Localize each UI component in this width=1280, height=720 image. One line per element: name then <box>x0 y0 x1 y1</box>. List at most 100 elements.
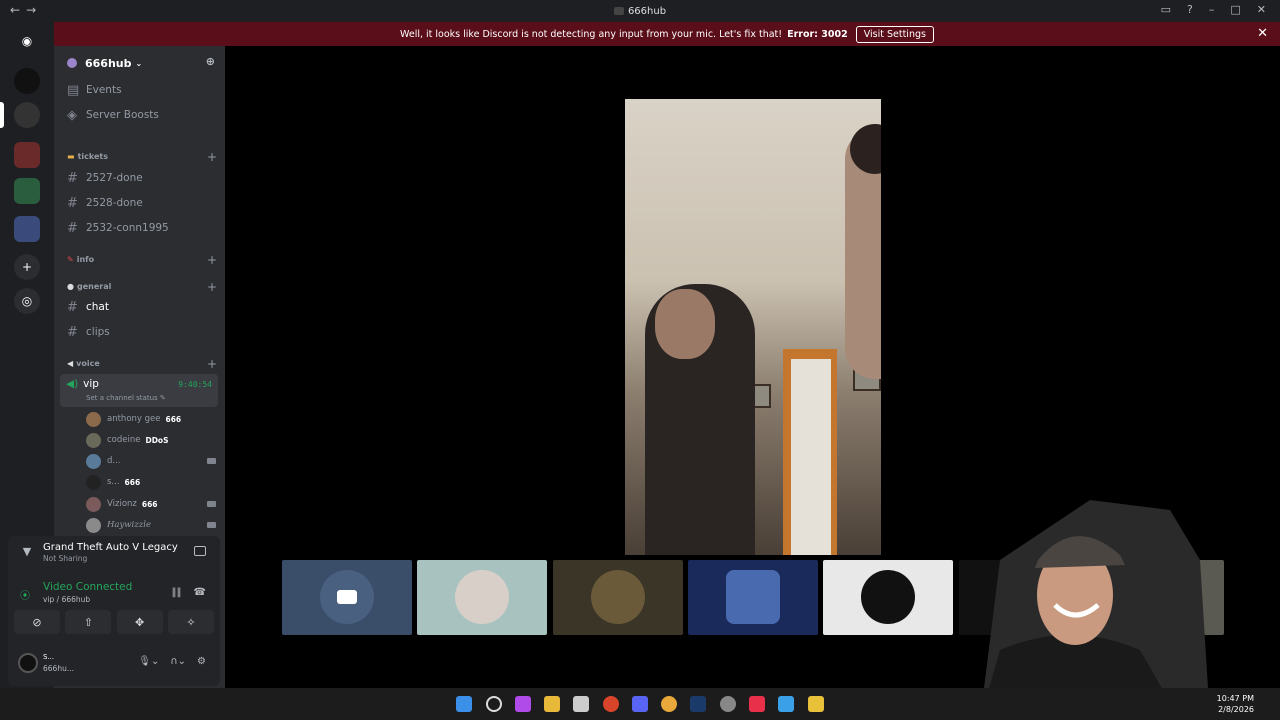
discover-icon[interactable]: ◎ <box>14 288 40 314</box>
maximize-button[interactable]: □ <box>1230 3 1240 16</box>
microphone-icon[interactable]: 🎙︎⌄ <box>138 656 159 667</box>
focused-video-stream[interactable] <box>625 99 881 555</box>
category-info[interactable]: ✎ info + <box>67 253 217 267</box>
participant-video-tile[interactable] <box>688 560 818 635</box>
camera-off-button[interactable]: ⊘ <box>14 610 60 634</box>
signal-icon[interactable]: ⦿ <box>20 587 30 602</box>
headphones-icon[interactable]: ∩⌄ <box>170 656 186 667</box>
server-icon[interactable] <box>14 68 40 94</box>
os-taskbar: 10:47 PM 2/8/2026 <box>0 688 1280 720</box>
app-icon[interactable] <box>661 696 677 712</box>
inbox-icon[interactable]: ▭ <box>1161 3 1171 16</box>
camera-icon <box>207 522 216 528</box>
category-tickets[interactable]: ▬ tickets + <box>67 150 217 164</box>
help-icon[interactable]: ? <box>1187 3 1193 16</box>
server-icon-666hub[interactable] <box>14 102 40 128</box>
user-area[interactable]: S... 666hu... 🎙︎⌄ ∩⌄ ⚙ <box>8 648 220 680</box>
window-title: 666hub <box>0 6 1280 17</box>
close-window-button[interactable]: ✕ <box>1257 3 1266 16</box>
start-icon[interactable] <box>456 696 472 712</box>
channel-clips[interactable]: # clips <box>62 321 220 343</box>
game-sharing-status: Not Sharing <box>43 554 88 563</box>
add-channel-icon[interactable]: + <box>207 280 217 294</box>
search-icon[interactable] <box>486 696 502 712</box>
voice-member[interactable]: codeine DDoS <box>86 431 218 449</box>
voice-member[interactable]: Haywizzle <box>86 516 218 534</box>
server-header[interactable]: 666hub ⌄ ⊕ <box>54 46 225 80</box>
sidebar-item-boosts[interactable]: ◈ Server Boosts <box>62 104 220 126</box>
avatar[interactable] <box>18 653 38 673</box>
title-bar: ←→ 666hub ▭ ? – □ ✕ <box>0 0 1280 22</box>
server-badge-icon <box>67 58 77 68</box>
participant-tile[interactable] <box>282 560 412 635</box>
voice-channel-vip[interactable]: ◀) vip 9:40:54 Set a channel status ✎ <box>60 374 218 407</box>
server-folder[interactable] <box>14 178 40 204</box>
channel-2532[interactable]: #2532-conn1995 <box>62 217 220 239</box>
video-content <box>726 570 780 624</box>
active-server-indicator <box>0 102 4 128</box>
avatar <box>861 570 915 624</box>
close-banner-icon[interactable]: ✕ <box>1257 26 1268 41</box>
steam-icon[interactable] <box>690 696 706 712</box>
channel-chat[interactable]: # chat <box>62 296 220 318</box>
minimize-button[interactable]: – <box>1209 3 1215 16</box>
discord-home-icon[interactable]: ◉ <box>14 28 40 54</box>
voice-connection: ⦿ Video Connected vip / 666hub ‖‖ ☎ <box>8 578 220 608</box>
video-content <box>791 359 831 555</box>
avatar <box>86 411 101 427</box>
participant-tile[interactable] <box>553 560 683 635</box>
participant-tile[interactable] <box>417 560 547 635</box>
voice-member[interactable]: anthony gee 666 <box>86 410 218 428</box>
soundboard-button[interactable]: ✧ <box>167 610 214 634</box>
app-icon[interactable] <box>808 696 824 712</box>
connection-status: Video Connected <box>43 581 133 593</box>
webcam-overlay <box>980 500 1210 720</box>
avatar <box>86 453 101 469</box>
avatar <box>455 570 509 624</box>
game-logo-icon: ▼ <box>22 545 32 558</box>
voice-member[interactable]: d... <box>86 452 218 470</box>
add-channel-icon[interactable]: + <box>207 253 217 267</box>
gear-icon[interactable]: ⚙ <box>197 656 206 667</box>
chrome-icon[interactable] <box>603 696 619 712</box>
camera-icon <box>337 590 357 604</box>
visit-settings-button[interactable]: Visit Settings <box>855 25 934 43</box>
user-status: 666hu... <box>43 664 74 673</box>
file-explorer-icon[interactable] <box>544 696 560 712</box>
connection-channel[interactable]: vip / 666hub <box>43 595 90 604</box>
invite-icon[interactable]: ⊕ <box>206 55 215 68</box>
activity-card: ▼ Grand Theft Auto V Legacy Not Sharing <box>8 536 220 572</box>
share-screen-icon[interactable] <box>194 546 206 556</box>
channel-2527[interactable]: #2527-done <box>62 167 220 189</box>
voice-timer: 9:40:54 <box>178 380 212 389</box>
category-voice[interactable]: ◀ voice + <box>67 357 217 371</box>
telegram-icon[interactable] <box>778 696 794 712</box>
add-server-icon[interactable]: + <box>14 254 40 280</box>
banner-error-code: Error: 3002 <box>787 28 848 40</box>
screen-share-button[interactable]: ⇧ <box>65 610 112 634</box>
channel-2528[interactable]: #2528-done <box>62 192 220 214</box>
system-clock[interactable]: 10:47 PM 2/8/2026 <box>1217 693 1254 715</box>
user-name: S... <box>43 653 55 661</box>
camera-icon <box>207 501 216 507</box>
tiktok-icon[interactable] <box>749 696 765 712</box>
category-general[interactable]: ● general + <box>67 280 217 294</box>
add-channel-icon[interactable]: + <box>207 150 217 164</box>
voice-member[interactable]: s... 666 <box>86 473 218 491</box>
add-channel-icon[interactable]: + <box>207 357 217 371</box>
server-folder[interactable] <box>14 216 40 242</box>
activities-button[interactable]: ✥ <box>116 610 163 634</box>
voice-member[interactable]: Vizionz 666 <box>86 495 218 513</box>
participant-tile[interactable] <box>823 560 953 635</box>
disconnect-icon[interactable]: ☎ <box>194 587 206 598</box>
app-icon[interactable] <box>720 696 736 712</box>
store-icon[interactable] <box>573 696 589 712</box>
discord-icon[interactable] <box>632 696 648 712</box>
channel-status[interactable]: Set a channel status ✎ <box>86 394 166 402</box>
noise-suppression-icon[interactable]: ‖‖ <box>172 587 182 598</box>
avatar <box>86 517 101 533</box>
user-panel: ▼ Grand Theft Auto V Legacy Not Sharing … <box>8 536 220 686</box>
copilot-icon[interactable] <box>515 696 531 712</box>
sidebar-item-events[interactable]: ▤ Events <box>62 79 220 101</box>
server-folder[interactable] <box>14 142 40 168</box>
